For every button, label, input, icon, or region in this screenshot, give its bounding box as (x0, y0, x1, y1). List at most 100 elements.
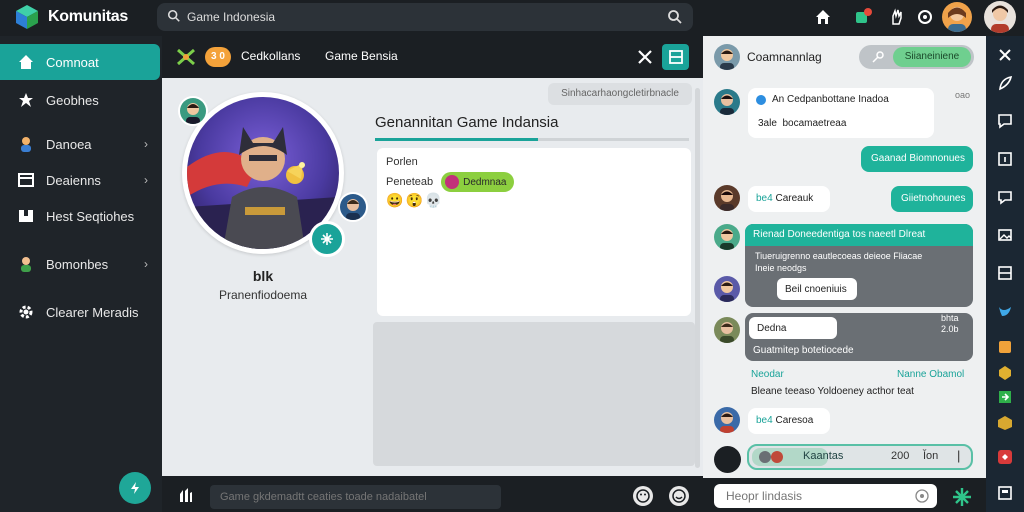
reply-input-bar[interactable]: Kaantas 200 Ĭon | (747, 444, 973, 470)
search-submit-icon[interactable] (667, 9, 683, 25)
emoji-button[interactable] (633, 486, 653, 506)
close-icon[interactable] (636, 48, 654, 66)
bird-icon[interactable] (996, 302, 1014, 320)
header-badge[interactable]: 3 0 (205, 47, 231, 67)
emoji-icon[interactable] (915, 489, 929, 503)
info-icon (756, 94, 766, 105)
search-bar[interactable] (157, 3, 693, 31)
friend-avatar[interactable] (338, 192, 368, 222)
friend-avatar[interactable] (178, 96, 208, 126)
scrollbar[interactable] (695, 88, 700, 468)
arrow-cube-icon[interactable] (996, 388, 1014, 406)
reaction-emoji[interactable]: 😲 (405, 192, 422, 209)
chat-avatar[interactable] (714, 89, 740, 115)
sparkle-icon (321, 233, 333, 245)
quick-action-button[interactable] (119, 472, 151, 504)
star-cluster-icon (16, 90, 36, 110)
sidebar-item-label: Bomonbes (46, 256, 109, 272)
window-icon (16, 170, 36, 190)
sidebar-item-sections[interactable]: Hest Seqtiohes (0, 198, 162, 234)
sidebar-item-deaienns[interactable]: Deaienns › (0, 162, 162, 198)
right-rail (986, 36, 1024, 512)
post-title: Genannitan Game Indansia (375, 114, 559, 131)
home-icon (16, 52, 36, 72)
gem-icon[interactable] (996, 364, 1014, 382)
chat-message[interactable]: Gaanad Biomnonues (861, 146, 973, 172)
user-avatar-secondary[interactable] (942, 2, 972, 32)
post-meta-label: Peneteab (386, 176, 434, 188)
hand-wave-icon[interactable] (886, 6, 908, 28)
red-app-icon[interactable] (996, 448, 1014, 466)
chat-message[interactable]: be4 Caresoa (748, 408, 830, 434)
chat-input[interactable] (714, 484, 937, 508)
reaction-emoji[interactable]: 💀 (425, 192, 442, 209)
attach-icon[interactable] (177, 486, 195, 504)
chevron-right-icon: › (144, 173, 148, 187)
chat-message[interactable]: Dedna bhta 2.0b Guatmitep botetiocede (745, 313, 973, 361)
tab-game-bensia[interactable]: Game Bensia (325, 49, 398, 63)
header-action-button[interactable] (662, 44, 689, 70)
chat-status-toggle[interactable]: Siianeiniene (859, 45, 974, 69)
cursor-icon: | (957, 448, 961, 463)
grid-icon (668, 50, 683, 64)
sidebar-item-games[interactable]: Geobhes (0, 82, 162, 118)
profile-action-button[interactable] (309, 221, 345, 257)
image-icon[interactable] (996, 226, 1014, 244)
message-header: Rienad Doneedentiga tos naeetl Dlreat (753, 229, 926, 240)
send-icon[interactable] (951, 486, 973, 508)
notification-icon[interactable] (852, 6, 874, 28)
settings-ring-icon[interactable] (914, 6, 936, 28)
badge-icon[interactable] (996, 338, 1014, 356)
app-logo-icon[interactable] (14, 4, 40, 30)
message-body: Ineie neodgs (755, 263, 807, 273)
gallery-icon[interactable] (996, 484, 1014, 502)
chat-avatar[interactable] (714, 407, 740, 433)
chat-message[interactable]: Neodar Nanne Obamol Bleane teeaso Yoldoe… (745, 364, 973, 400)
message-text: Dedna (757, 323, 787, 334)
tag-dot-icon (445, 175, 460, 189)
chat-header: Coamnannlag Siianeiniene (703, 36, 986, 78)
home-icon[interactable] (812, 6, 834, 28)
tab-cedkollans[interactable]: Cedkollans (241, 49, 300, 63)
chevron-right-icon: › (144, 137, 148, 151)
post-card[interactable]: Porlen Peneteab Dedmnaa 😀 😲 💀 (377, 148, 691, 316)
game-controller-icon[interactable] (176, 48, 196, 66)
message-timestamp: 2.0b (941, 324, 959, 334)
chat-composer (703, 478, 986, 512)
user-avatar[interactable] (984, 1, 1016, 33)
sidebar-item-bomonbes[interactable]: Bomonbes › (0, 246, 162, 282)
chat-bubble-icon[interactable] (996, 112, 1014, 130)
filter-chip[interactable]: Sinhacarhaongcletirbnacle (548, 83, 692, 105)
layout-icon[interactable] (996, 264, 1014, 282)
chat-avatar[interactable] (714, 317, 740, 343)
chat-message[interactable]: An Cedpanbottane Inadoa 3ale bocamaetrea… (748, 88, 934, 138)
cube-icon[interactable] (996, 414, 1014, 432)
message-line: be4 Careauk (756, 193, 813, 204)
bolt-icon (131, 482, 139, 494)
chat-avatar[interactable] (714, 185, 740, 211)
chat-message[interactable]: be4 Careauk (748, 186, 830, 212)
post-tag[interactable]: Dedmnaa (441, 172, 515, 192)
sidebar-item-settings[interactable]: Clearer Meradis (0, 294, 162, 330)
chat-avatar[interactable] (714, 44, 740, 70)
box-icon (16, 206, 36, 226)
message-icon[interactable] (996, 188, 1014, 206)
reaction-emoji[interactable]: 😀 (386, 192, 403, 209)
sticker-button[interactable] (669, 486, 689, 506)
sidebar-item-danoea[interactable]: Danoea › (0, 126, 162, 162)
close-icon[interactable] (996, 46, 1014, 64)
message-sender: Nanne Obamol (897, 369, 965, 380)
chat-avatar[interactable] (714, 276, 740, 302)
feather-icon[interactable] (996, 74, 1014, 92)
search-input[interactable] (187, 7, 647, 27)
sidebar-item-home[interactable]: Comnoat (0, 44, 160, 80)
typing-avatar[interactable] (714, 446, 741, 473)
sidebar-item-label: Hest Seqtiohes (46, 208, 135, 224)
chat-avatar[interactable] (714, 224, 740, 250)
chat-message[interactable]: Giietnohounes (891, 186, 973, 212)
chat-message[interactable]: Rienad Doneedentiga tos naeetl Dlreat Ti… (745, 224, 973, 307)
info-box-icon[interactable] (996, 150, 1014, 168)
composer-input[interactable] (210, 485, 501, 509)
post-label: Porlen (386, 156, 418, 168)
message-attachment[interactable]: Beil cnoeniuis (777, 278, 857, 300)
